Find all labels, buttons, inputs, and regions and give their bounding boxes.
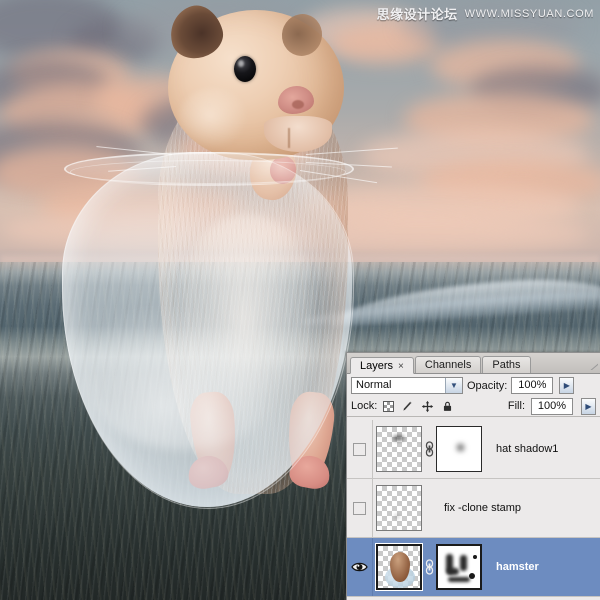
tab-paths[interactable]: Paths <box>482 356 530 373</box>
fishbowl-rim-inner <box>70 160 346 184</box>
hamster-eye <box>234 56 256 82</box>
watermark-url: WWW.MISSYUAN.COM <box>465 8 594 20</box>
lock-label: Lock: <box>351 400 377 412</box>
layer-visibility-toggle[interactable] <box>347 538 373 596</box>
hamster-cheek <box>178 88 248 150</box>
lock-image-pixels-icon[interactable] <box>401 400 414 413</box>
layer-link-toggle[interactable] <box>422 559 436 575</box>
layer-list[interactable]: hat shadow1 fix -clone stamp <box>347 420 600 600</box>
table-row[interactable]: hat shadow1 <box>347 420 600 479</box>
opacity-input[interactable]: 100% <box>511 377 553 394</box>
layer-name[interactable]: fix -clone stamp <box>444 502 521 514</box>
opacity-value: 100% <box>512 378 552 393</box>
layer-mask-thumbnail[interactable] <box>436 426 482 472</box>
panel-tab-strip: Layers × Channels Paths <box>347 353 600 374</box>
mask-stroke <box>460 555 467 571</box>
fill-slider-arrow-icon[interactable]: ▶ <box>581 398 596 415</box>
mask-content <box>457 444 464 451</box>
hamster-mouth-line <box>288 128 290 148</box>
lock-icon-group <box>383 400 454 413</box>
layer-visibility-toggle[interactable] <box>347 420 373 478</box>
tab-channels-label: Channels <box>425 359 471 371</box>
eye-icon-hidden[interactable] <box>353 443 366 456</box>
thumb-content <box>393 436 404 440</box>
layers-panel[interactable]: Layers × Channels Paths Normal ▼ Opacity:… <box>346 352 600 600</box>
layer-mask-thumbnail[interactable] <box>436 544 482 590</box>
layer-thumbnail[interactable] <box>376 426 422 472</box>
fill-input[interactable]: 100% <box>531 398 573 415</box>
panel-menu-icon[interactable] <box>582 354 598 370</box>
photoshop-document-window: 思缘设计论坛 WWW.MISSYUAN.COM Layers × Channels… <box>0 0 600 600</box>
close-icon[interactable]: × <box>398 361 404 372</box>
layer-thumbnail[interactable] <box>376 544 422 590</box>
mask-dot <box>473 555 477 559</box>
lock-transparent-pixels-icon[interactable] <box>383 401 394 412</box>
layer-name[interactable]: hat shadow1 <box>496 443 558 455</box>
watermark-chinese-text: 思缘设计论坛 <box>377 4 458 23</box>
mask-stroke <box>448 577 470 582</box>
eye-icon-visible[interactable] <box>351 561 368 573</box>
table-row[interactable]: hamster <box>347 538 600 597</box>
opacity-slider-arrow-icon[interactable]: ▶ <box>559 377 574 394</box>
thumb-content <box>395 515 399 518</box>
watermark: 思缘设计论坛 WWW.MISSYUAN.COM <box>377 4 594 23</box>
tab-layers-label: Layers <box>360 360 393 372</box>
link-icon[interactable] <box>425 559 434 575</box>
layer-link-toggle[interactable] <box>422 441 436 457</box>
chevron-down-icon[interactable]: ▼ <box>445 378 462 393</box>
tab-channels[interactable]: Channels <box>415 356 481 373</box>
hamster-eye-highlight <box>238 60 244 67</box>
tab-paths-label: Paths <box>492 359 520 371</box>
layer-visibility-toggle[interactable] <box>347 479 373 537</box>
fill-label: Fill: <box>508 400 525 412</box>
lock-row: Lock: Fill: 100% ▶ <box>347 396 600 417</box>
mask-stroke <box>447 568 459 575</box>
mask-dot <box>469 573 475 579</box>
layer-name[interactable]: hamster <box>496 561 539 573</box>
link-icon[interactable] <box>425 441 434 457</box>
fill-value: 100% <box>532 399 572 414</box>
eye-icon-hidden[interactable] <box>353 502 366 515</box>
tab-layers[interactable]: Layers × <box>350 357 414 374</box>
layer-thumbnail[interactable] <box>376 485 422 531</box>
blend-mode-select[interactable]: Normal ▼ <box>351 377 463 394</box>
hamster-nostril <box>292 100 304 109</box>
lock-all-icon[interactable] <box>441 400 454 413</box>
lock-position-icon[interactable] <box>421 400 434 413</box>
blend-mode-row: Normal ▼ Opacity: 100% ▶ <box>347 374 600 396</box>
blend-mode-value: Normal <box>352 378 445 393</box>
table-row[interactable]: fix -clone stamp <box>347 479 600 538</box>
opacity-label: Opacity: <box>467 380 507 392</box>
